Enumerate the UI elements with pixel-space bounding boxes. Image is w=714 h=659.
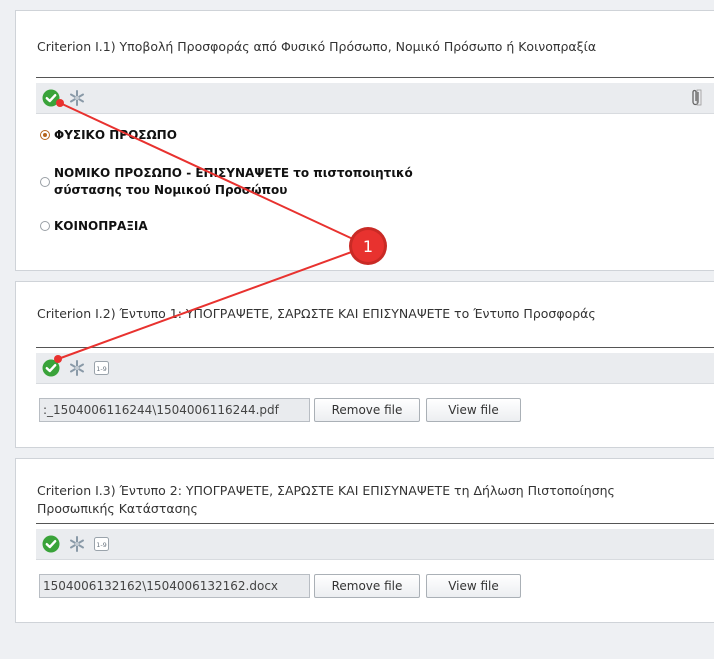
- check-circle-icon[interactable]: [42, 359, 60, 377]
- criterion-title: Criterion I.2) Έντυπο 1: ΥΠΟΓΡΑΨΕΤΕ, ΣΑΡ…: [37, 306, 596, 321]
- title-divider: [36, 523, 714, 524]
- criterion-title: Criterion I.1) Υποβολή Προσφοράς από Φυσ…: [37, 39, 597, 54]
- title-divider: [36, 347, 714, 348]
- numbered-list-icon[interactable]: 1-9: [94, 361, 109, 375]
- remove-file-button[interactable]: Remove file: [314, 574, 420, 598]
- radio-option-physical-person[interactable]: ΦΥΣΙΚΟ ΠΡΟΣΩΠΟ: [40, 127, 177, 144]
- radio-button[interactable]: [40, 130, 50, 140]
- check-circle-icon[interactable]: [42, 535, 60, 553]
- radio-label: ΦΥΣΙΚΟ ΠΡΟΣΩΠΟ: [54, 128, 177, 142]
- svg-text:1-9: 1-9: [96, 365, 107, 373]
- view-file-button[interactable]: View file: [426, 398, 521, 422]
- criterion-title: Criterion I.3) Έντυπο 2: ΥΠΟΓΡΑΨΕΤΕ, ΣΑΡ…: [37, 483, 615, 516]
- radio-label: ΝΟΜΙΚΟ ΠΡΟΣΩΠΟ - ΕΠΙΣΥΝΑΨΕΤΕ το πιστοποι…: [54, 166, 413, 197]
- title-divider: [36, 77, 714, 78]
- snowflake-icon[interactable]: [68, 359, 86, 377]
- view-file-button[interactable]: View file: [426, 574, 521, 598]
- radio-option-joint-venture[interactable]: ΚΟΙΝΟΠΡΑΞΙΑ: [40, 218, 148, 235]
- radio-button[interactable]: [40, 221, 50, 231]
- criterion-toolbar: 1-9: [36, 529, 714, 560]
- criterion-panel-3: Criterion I.3) Έντυπο 2: ΥΠΟΓΡΑΨΕΤΕ, ΣΑΡ…: [15, 458, 714, 623]
- snowflake-icon[interactable]: [68, 89, 86, 107]
- radio-button[interactable]: [40, 177, 50, 187]
- svg-text:1-9: 1-9: [96, 541, 107, 549]
- radio-label: ΚΟΙΝΟΠΡΑΞΙΑ: [54, 219, 148, 233]
- file-path-field[interactable]: 1504006132162\1504006132162.docx: [39, 574, 310, 598]
- remove-file-button[interactable]: Remove file: [314, 398, 420, 422]
- radio-option-legal-entity[interactable]: ΝΟΜΙΚΟ ΠΡΟΣΩΠΟ - ΕΠΙΣΥΝΑΨΕΤΕ το πιστοποι…: [40, 165, 474, 199]
- criterion-panel-1: Criterion I.1) Υποβολή Προσφοράς από Φυσ…: [15, 10, 714, 271]
- criterion-toolbar: [36, 83, 714, 114]
- paperclip-icon[interactable]: [690, 88, 702, 108]
- snowflake-icon[interactable]: [68, 535, 86, 553]
- criterion-toolbar: 1-9: [36, 353, 714, 384]
- file-path-field[interactable]: :_1504006116244\1504006116244.pdf: [39, 398, 310, 422]
- criterion-panel-2: Criterion I.2) Έντυπο 1: ΥΠΟΓΡΑΨΕΤΕ, ΣΑΡ…: [15, 281, 714, 448]
- check-circle-icon[interactable]: [42, 89, 60, 107]
- numbered-list-icon[interactable]: 1-9: [94, 537, 109, 551]
